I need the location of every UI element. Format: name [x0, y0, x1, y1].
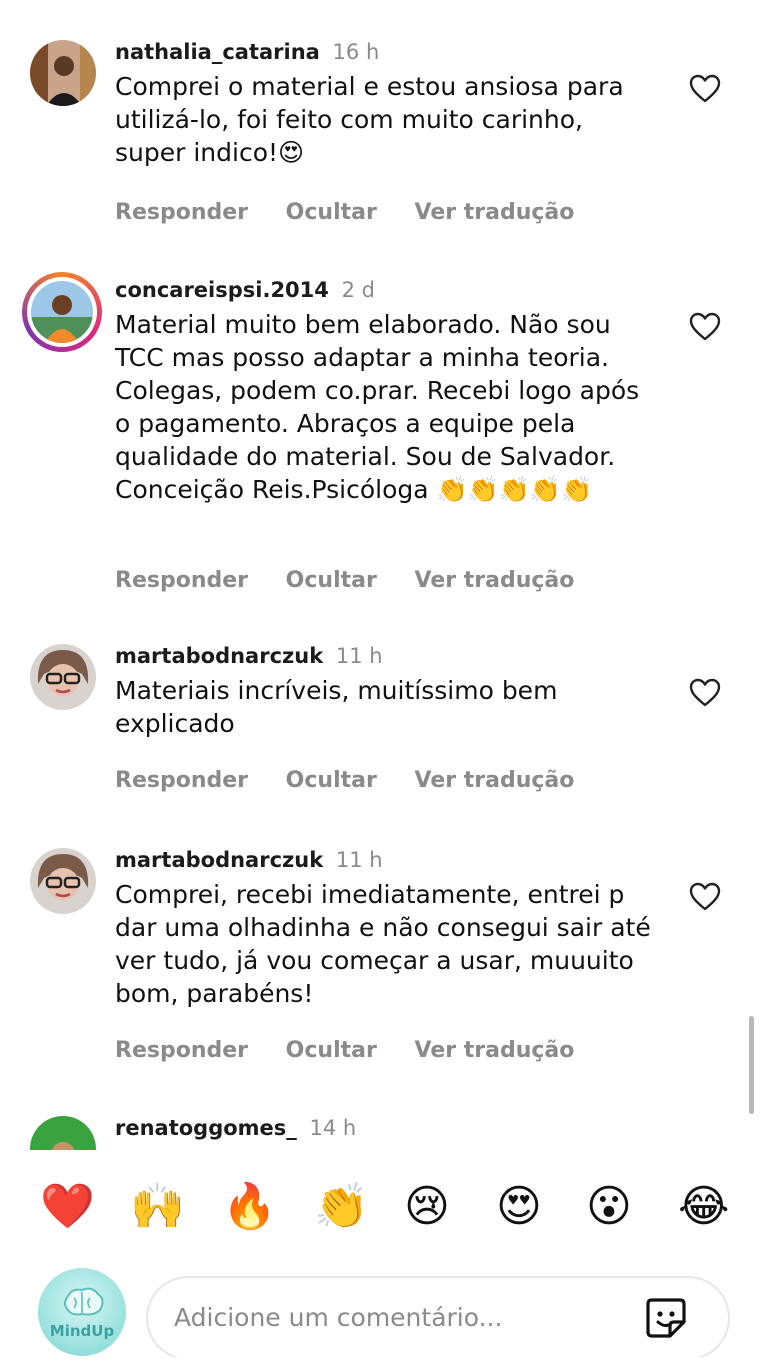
comment-time: 2 d — [341, 278, 375, 302]
translate-button[interactable]: Ver tradução — [415, 568, 575, 593]
comment-header: concareispsi.2014 2 d — [115, 278, 375, 302]
translate-button[interactable]: Ver tradução — [415, 200, 575, 225]
comment-header: nathalia_catarina 16 h — [115, 40, 379, 64]
brain-icon — [64, 1287, 104, 1316]
avatar-photo — [31, 281, 93, 343]
sticker-icon[interactable] — [642, 1294, 690, 1342]
comment-header: martabodnarczuk 11 h — [115, 848, 383, 872]
reaction-cry[interactable]: 😢 — [404, 1182, 450, 1232]
comment-time: 11 h — [335, 644, 383, 668]
avatar[interactable] — [30, 644, 96, 710]
reply-button[interactable]: Responder — [115, 1038, 248, 1063]
comments-sheet: nathalia_catarina 16 h Comprei o materia… — [8, 8, 760, 1357]
hide-button[interactable]: Ocultar — [286, 200, 377, 225]
reaction-raised-hands[interactable]: 🙌 — [130, 1182, 185, 1232]
reaction-clap[interactable]: 👏 — [314, 1182, 369, 1232]
comment-actions: Responder Ocultar Ver tradução — [115, 568, 604, 593]
reaction-surprised[interactable]: 😮 — [586, 1182, 632, 1232]
comment-text: Material muito bem elaborado. Não sou TC… — [115, 310, 640, 504]
comment-input[interactable] — [172, 1296, 616, 1338]
reaction-heart[interactable]: ❤️ — [40, 1182, 95, 1232]
heart-outline-icon[interactable] — [689, 678, 721, 708]
comment-header: martabodnarczuk 11 h — [115, 644, 383, 668]
heart-outline-icon[interactable] — [689, 312, 721, 342]
comment-header: renatoggomes_ 14 h — [115, 1116, 356, 1140]
comment-actions: Responder Ocultar Ver tradução — [115, 200, 604, 225]
comment-actions: Responder Ocultar Ver tradução — [115, 768, 604, 793]
reply-button[interactable]: Responder — [115, 200, 248, 225]
avatar[interactable] — [30, 848, 96, 914]
translate-button[interactable]: Ver tradução — [415, 1038, 575, 1063]
avatar[interactable] — [30, 40, 96, 106]
reply-button[interactable]: Responder — [115, 568, 248, 593]
comment-text: Materiais incríveis, muitíssimo bem expl… — [115, 676, 558, 738]
reaction-fire[interactable]: 🔥 — [222, 1182, 277, 1232]
avatar[interactable] — [22, 272, 102, 352]
comment-text: Comprei o material e estou ansiosa para … — [115, 72, 624, 167]
avatar[interactable] — [30, 1116, 96, 1150]
translate-button[interactable]: Ver tradução — [415, 768, 575, 793]
comment-time: 14 h — [309, 1116, 357, 1140]
comment-composer: MindUp — [8, 1268, 760, 1357]
reaction-laugh[interactable]: 😂 — [678, 1182, 729, 1232]
comment-text: Comprei, recebi imediatamente, entrei p … — [115, 880, 651, 1008]
comment-actions: Responder Ocultar Ver tradução — [115, 1038, 604, 1063]
username[interactable]: martabodnarczuk — [115, 848, 323, 872]
hide-button[interactable]: Ocultar — [286, 568, 377, 593]
quick-reaction-bar: ❤️ 🙌 🔥 👏 😢 😍 😮 😂 — [8, 1158, 760, 1258]
hide-button[interactable]: Ocultar — [286, 768, 377, 793]
comment-time: 11 h — [335, 848, 383, 872]
hide-button[interactable]: Ocultar — [286, 1038, 377, 1063]
comment-input-container[interactable] — [146, 1276, 730, 1357]
heart-outline-icon[interactable] — [689, 882, 721, 912]
heart-outline-icon[interactable] — [689, 74, 721, 104]
brand-label: MindUp — [49, 1322, 115, 1340]
username[interactable]: concareispsi.2014 — [115, 278, 329, 302]
username[interactable]: martabodnarczuk — [115, 644, 323, 668]
username[interactable]: nathalia_catarina — [115, 40, 320, 64]
scrollbar[interactable] — [749, 1016, 754, 1114]
my-avatar[interactable]: MindUp — [38, 1268, 126, 1356]
username[interactable]: renatoggomes_ — [115, 1116, 297, 1140]
reply-button[interactable]: Responder — [115, 768, 248, 793]
comment-time: 16 h — [332, 40, 380, 64]
reaction-heart-eyes[interactable]: 😍 — [496, 1182, 542, 1232]
comment-list[interactable]: nathalia_catarina 16 h Comprei o materia… — [8, 8, 760, 1150]
